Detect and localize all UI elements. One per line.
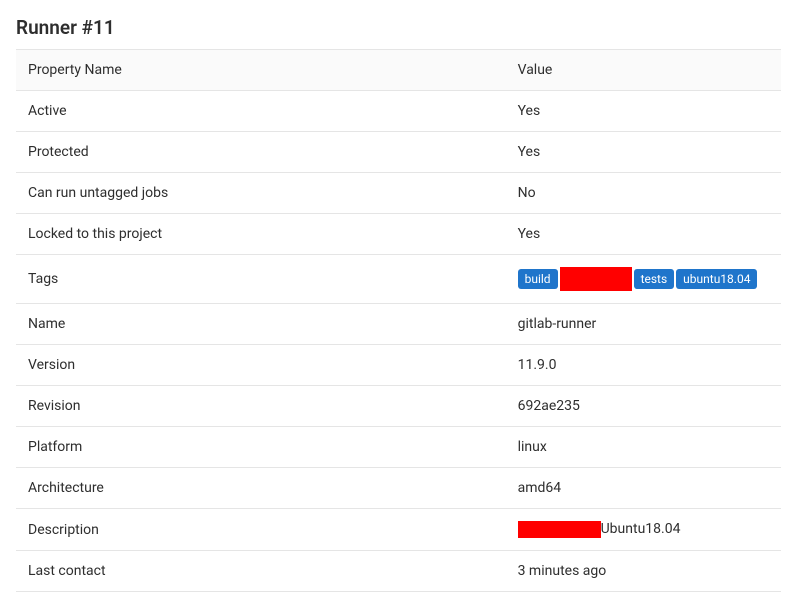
prop-label-untagged: Can run untagged jobs bbox=[16, 173, 506, 214]
prop-value-version: 11.9.0 bbox=[506, 345, 781, 386]
prop-label-last-contact: Last contact bbox=[16, 551, 506, 592]
redacted-description-prefix bbox=[518, 521, 601, 538]
prop-label-description: Description bbox=[16, 509, 506, 551]
table-row: Protected Yes bbox=[16, 132, 781, 173]
table-row: Revision 692ae235 bbox=[16, 386, 781, 427]
prop-value-arch: amd64 bbox=[506, 468, 781, 509]
tag-badge-build: build bbox=[518, 269, 558, 289]
prop-label-active: Active bbox=[16, 91, 506, 132]
table-header-row: Property Name Value bbox=[16, 50, 781, 91]
page-title: Runner #11 bbox=[16, 16, 781, 39]
prop-label-revision: Revision bbox=[16, 386, 506, 427]
table-row: Architecture amd64 bbox=[16, 468, 781, 509]
table-row: Tags build testsubuntu18.04 bbox=[16, 255, 781, 304]
prop-value-active: Yes bbox=[506, 91, 781, 132]
prop-value-name: gitlab-runner bbox=[506, 304, 781, 345]
table-row: Last contact 3 minutes ago bbox=[16, 551, 781, 592]
tag-badge-tests: tests bbox=[634, 269, 675, 289]
runner-properties-table: Property Name Value Active Yes Protected… bbox=[16, 49, 781, 592]
redacted-tag bbox=[560, 267, 632, 291]
table-row: Locked to this project Yes bbox=[16, 214, 781, 255]
prop-label-version: Version bbox=[16, 345, 506, 386]
table-row: Platform linux bbox=[16, 427, 781, 468]
prop-value-untagged: No bbox=[506, 173, 781, 214]
prop-value-platform: linux bbox=[506, 427, 781, 468]
prop-label-locked: Locked to this project bbox=[16, 214, 506, 255]
table-row: Name gitlab-runner bbox=[16, 304, 781, 345]
prop-value-protected: Yes bbox=[506, 132, 781, 173]
header-value: Value bbox=[506, 50, 781, 91]
description-suffix: Ubuntu18.04 bbox=[601, 521, 681, 537]
prop-label-name: Name bbox=[16, 304, 506, 345]
prop-label-protected: Protected bbox=[16, 132, 506, 173]
prop-value-locked: Yes bbox=[506, 214, 781, 255]
prop-value-last-contact: 3 minutes ago bbox=[506, 551, 781, 592]
tag-badge-ubuntu: ubuntu18.04 bbox=[676, 269, 757, 289]
prop-value-tags: build testsubuntu18.04 bbox=[506, 255, 781, 304]
prop-value-description: Ubuntu18.04 bbox=[506, 509, 781, 551]
table-row: Active Yes bbox=[16, 91, 781, 132]
table-row: Description Ubuntu18.04 bbox=[16, 509, 781, 551]
table-row: Version 11.9.0 bbox=[16, 345, 781, 386]
prop-label-platform: Platform bbox=[16, 427, 506, 468]
table-row: Can run untagged jobs No bbox=[16, 173, 781, 214]
prop-label-tags: Tags bbox=[16, 255, 506, 304]
prop-label-arch: Architecture bbox=[16, 468, 506, 509]
header-property: Property Name bbox=[16, 50, 506, 91]
prop-value-revision: 692ae235 bbox=[506, 386, 781, 427]
